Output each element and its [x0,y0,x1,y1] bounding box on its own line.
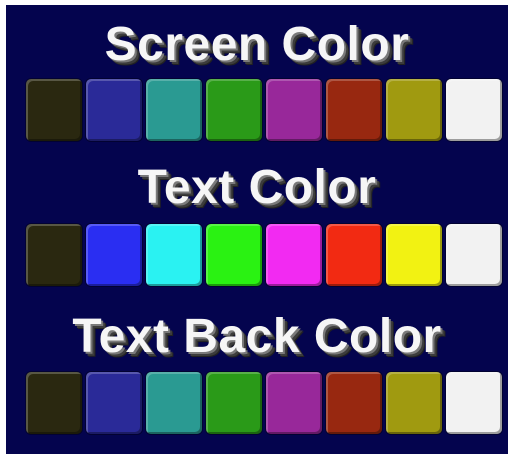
text-color-palette [26,224,502,286]
screen-color-swatch-magenta[interactable] [266,79,322,141]
screen-color-swatch-yellow[interactable] [386,79,442,141]
screen-color-swatch-black[interactable] [26,79,82,141]
screen-color-swatch-red[interactable] [326,79,382,141]
text-color-swatch-blue[interactable] [86,224,142,286]
text-back-color-swatch-cyan[interactable] [146,372,202,434]
text-color-swatch-green[interactable] [206,224,262,286]
color-settings-panel: Screen Color Text Color Text Back Color [6,5,508,454]
text-back-color-palette [26,372,502,434]
text-color-swatch-magenta[interactable] [266,224,322,286]
text-back-color-swatch-yellow[interactable] [386,372,442,434]
text-color-swatch-red[interactable] [326,224,382,286]
text-back-color-swatch-black[interactable] [26,372,82,434]
screen-color-palette [26,79,502,141]
text-color-swatch-yellow[interactable] [386,224,442,286]
text-color-title: Text Color [137,161,377,214]
text-back-color-swatch-blue[interactable] [86,372,142,434]
screen-color-swatch-cyan[interactable] [146,79,202,141]
text-back-color-swatch-magenta[interactable] [266,372,322,434]
text-color-swatch-cyan[interactable] [146,224,202,286]
screen-color-swatch-green[interactable] [206,79,262,141]
text-back-color-swatch-red[interactable] [326,372,382,434]
text-back-color-swatch-white[interactable] [446,372,502,434]
screen-color-swatch-white[interactable] [446,79,502,141]
text-color-swatch-white[interactable] [446,224,502,286]
text-back-color-swatch-green[interactable] [206,372,262,434]
text-back-color-title: Text Back Color [72,310,442,363]
screen-color-title: Screen Color [104,18,410,71]
text-color-swatch-black[interactable] [26,224,82,286]
screen-color-swatch-blue[interactable] [86,79,142,141]
